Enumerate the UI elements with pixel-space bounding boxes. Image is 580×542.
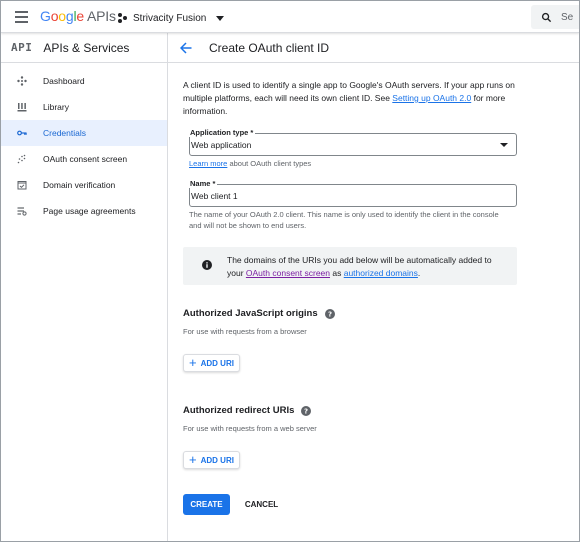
consent-icon [17, 154, 27, 164]
sidebar-item-label: Library [43, 102, 69, 112]
chevron-down-icon [216, 15, 225, 21]
info-icon [202, 260, 212, 270]
add-uri-label: ADD URI [200, 358, 234, 368]
learn-more-link[interactable]: Learn more [189, 159, 227, 168]
project-name: Strivacity Fusion [133, 12, 207, 24]
plus-icon: + [189, 355, 197, 370]
search-box[interactable]: Se [531, 5, 579, 29]
name-label: Name * [188, 179, 218, 188]
sidebar-item-credentials[interactable]: Credentials [1, 120, 167, 146]
info-text-part: . [417, 268, 421, 278]
plus-icon: + [189, 452, 197, 467]
logo-letter: e [76, 8, 84, 24]
agreements-icon [17, 206, 27, 216]
name-value: Web client 1 [191, 190, 238, 201]
learn-more-helper: Learn more about OAuth client types [189, 158, 311, 169]
oauth-consent-screen-link[interactable]: OAuth consent screen [246, 268, 330, 278]
add-uri-label: ADD URI [200, 455, 234, 465]
name-field[interactable]: Web client 1 [189, 184, 517, 207]
sidebar-item-label: Page usage agreements [43, 206, 136, 216]
sidebar-title: APIs & Services [43, 40, 130, 55]
search-placeholder: Se [561, 11, 574, 23]
redirect-uris-subtitle: For use with requests from a web server [183, 424, 317, 433]
project-icon [118, 13, 128, 23]
authorized-domains-link[interactable]: authorized domains [344, 268, 418, 278]
info-text: The domains of the URIs you add below wi… [227, 254, 507, 280]
sidebar: API APIs & Services Dashboard Library Cr… [1, 33, 168, 541]
info-banner: The domains of the URIs you add below wi… [183, 247, 517, 285]
google-apis-logo[interactable]: Google APIs [40, 8, 116, 24]
setting-up-oauth-link[interactable]: Setting up OAuth 2.0 [392, 93, 471, 103]
project-selector[interactable]: Strivacity Fusion [118, 10, 225, 26]
intro-text: A client ID is used to identify a single… [183, 79, 523, 118]
logo-letter: G [40, 8, 51, 24]
cancel-button[interactable]: CANCEL [239, 494, 284, 515]
application-type-label: Application type * [188, 128, 256, 137]
sidebar-item-library[interactable]: Library [1, 94, 167, 120]
sidebar-item-domain-verification[interactable]: Domain verification [1, 172, 167, 198]
create-button[interactable]: CREATE [183, 494, 230, 515]
js-origins-title: Authorized JavaScript origins [183, 308, 318, 319]
help-icon[interactable]: ? [301, 405, 312, 416]
domain-check-icon [17, 180, 27, 190]
sidebar-item-label: Domain verification [43, 180, 116, 190]
top-bar: Google APIs Strivacity Fusion Se [1, 1, 579, 33]
sidebar-item-page-usage[interactable]: Page usage agreements [1, 198, 167, 224]
sidebar-item-label: OAuth consent screen [43, 154, 128, 164]
intro-paragraph: A client ID is used to identify a single… [183, 79, 523, 118]
info-text-part: as [330, 268, 344, 278]
svg-text:?: ? [328, 310, 332, 318]
hamburger-menu-icon[interactable] [15, 11, 28, 23]
page-title: Create OAuth client ID [209, 40, 330, 55]
logo-letter: o [58, 8, 66, 24]
application-type-value: Web application [191, 139, 252, 150]
app-window: Google APIs Strivacity Fusion Se API APIs… [0, 0, 580, 542]
add-js-origin-button[interactable]: + ADD URI [183, 354, 240, 372]
library-icon [17, 102, 27, 112]
redirect-uris-title: Authorized redirect URIs [183, 405, 295, 416]
js-origins-subtitle: For use with requests from a browser [183, 327, 307, 336]
logo-apis-text: APIs [87, 8, 116, 24]
svg-text:?: ? [304, 407, 308, 415]
dropdown-arrow-icon [500, 143, 508, 147]
dashboard-icon [17, 76, 27, 86]
learn-more-suffix: about OAuth client types [227, 159, 312, 168]
sidebar-item-label: Credentials [43, 128, 86, 138]
redirect-uris-heading: Authorized redirect URIs ? [183, 405, 312, 416]
add-redirect-uri-button[interactable]: + ADD URI [183, 451, 240, 469]
sidebar-item-label: Dashboard [43, 76, 85, 86]
help-icon[interactable]: ? [324, 308, 335, 319]
content-header: Create OAuth client ID [168, 33, 579, 63]
back-arrow-icon[interactable] [180, 41, 192, 54]
sidebar-nav: Dashboard Library Credentials OAuth cons… [1, 63, 167, 224]
js-origins-heading: Authorized JavaScript origins ? [183, 308, 335, 319]
key-icon [17, 128, 27, 138]
name-helper-text: The name of your OAuth 2.0 client. This … [189, 210, 499, 230]
sidebar-header: API APIs & Services [1, 33, 167, 63]
sidebar-item-oauth-consent[interactable]: OAuth consent screen [1, 146, 167, 172]
search-icon [541, 12, 552, 22]
api-badge: API [11, 41, 33, 54]
sidebar-item-dashboard[interactable]: Dashboard [1, 68, 167, 94]
